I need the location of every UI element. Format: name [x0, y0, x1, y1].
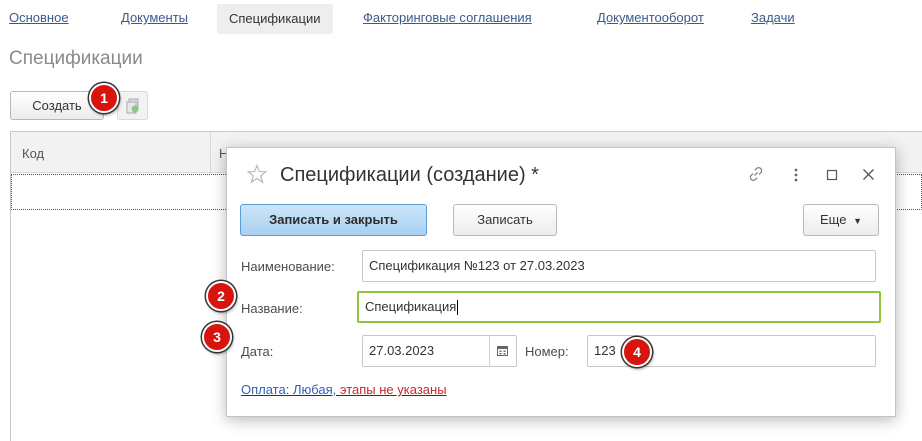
tab-factoring[interactable]: Факторинговые соглашения	[363, 10, 532, 25]
more-actions-icon[interactable]	[793, 167, 799, 183]
naming-field[interactable]: Спецификация №123 от 27.03.2023	[362, 250, 876, 282]
tab-specifications[interactable]: Спецификации	[217, 4, 333, 34]
tab-bar: Основное Документы Спецификации Факторин…	[0, 0, 922, 36]
column-code[interactable]: Код	[22, 146, 44, 161]
date-field-value: 27.03.2023	[369, 343, 435, 358]
chevron-down-icon: ▼	[853, 216, 862, 226]
step-badge-4: 4	[622, 337, 652, 367]
page-title: Спецификации	[9, 48, 143, 69]
tab-docflow[interactable]: Документооборот	[597, 10, 704, 25]
copy-button[interactable]	[117, 91, 148, 120]
text-caret	[457, 300, 459, 316]
step-badge-1: 1	[89, 83, 119, 113]
step-badge-3: 3	[202, 322, 232, 352]
maximize-icon[interactable]	[826, 169, 838, 181]
date-label: Дата:	[241, 344, 274, 359]
dialog-title: Спецификации (создание) *	[280, 164, 539, 186]
specification-dialog: Спецификации (создание) * Записать и зак…	[226, 147, 896, 417]
calendar-button[interactable]	[489, 336, 516, 366]
name-field[interactable]: Спецификация	[357, 291, 881, 323]
tab-main[interactable]: Основное	[9, 10, 69, 25]
payment-link-part1: Оплата: Любая,	[241, 382, 340, 397]
name-field-value: Спецификация	[365, 299, 457, 314]
more-button-label: Еще	[820, 212, 847, 227]
tab-documents[interactable]: Документы	[121, 10, 188, 25]
more-button[interactable]: Еще ▼	[803, 204, 879, 236]
copy-icon	[126, 98, 139, 114]
save-button[interactable]: Записать	[453, 204, 557, 236]
close-icon[interactable]	[862, 168, 875, 181]
naming-label: Наименование:	[241, 259, 335, 274]
save-and-close-button[interactable]: Записать и закрыть	[240, 204, 427, 236]
name-label: Название:	[241, 301, 303, 316]
star-icon[interactable]	[247, 164, 267, 184]
payment-link[interactable]: Оплата: Любая, этапы не указаны	[241, 382, 447, 397]
tab-tasks[interactable]: Задачи	[751, 10, 795, 25]
link-icon[interactable]	[747, 165, 765, 183]
column-divider	[210, 132, 211, 173]
step-badge-2: 2	[206, 281, 236, 311]
calendar-icon	[497, 346, 508, 356]
date-field[interactable]: 27.03.2023	[362, 335, 517, 367]
number-label: Номер:	[525, 344, 569, 359]
payment-link-part2: этапы не указаны	[339, 382, 447, 397]
